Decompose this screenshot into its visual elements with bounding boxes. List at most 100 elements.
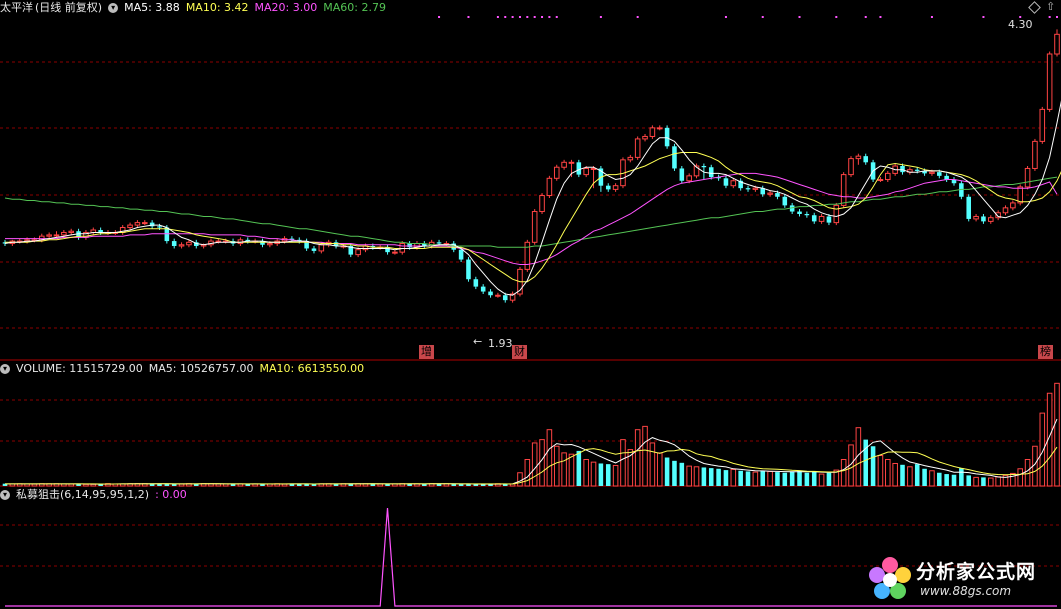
- volume-bar: [826, 472, 832, 486]
- volume-bar: [951, 474, 957, 486]
- ma20-line: [5, 172, 1058, 265]
- low-price-label: 1.93: [488, 337, 513, 350]
- candle-body: [826, 216, 832, 223]
- volume-bars: [2, 382, 1060, 487]
- signal-dot: [636, 16, 639, 18]
- volume-bar: [708, 468, 714, 486]
- volume-bar: [752, 471, 759, 487]
- signal-dot: [518, 16, 521, 18]
- candle-body: [634, 138, 641, 158]
- volume-bar: [789, 471, 795, 486]
- signal-dot: [724, 16, 727, 18]
- chevron-down-icon[interactable]: ▾: [0, 364, 10, 374]
- candle-body: [752, 187, 759, 190]
- candle-body: [524, 241, 531, 270]
- ma5-label: MA5: 3.88: [124, 1, 180, 14]
- volume-bar: [981, 477, 986, 486]
- candle-body: [855, 155, 862, 160]
- volume-bar: [892, 462, 898, 487]
- candle-body: [900, 166, 905, 173]
- candle-body: [804, 214, 810, 216]
- signal-dot: [930, 16, 933, 18]
- candle-body: [701, 166, 707, 168]
- volume-bar: [730, 468, 737, 487]
- volume-bar: [693, 466, 700, 487]
- price-mode: (日线 前复权): [35, 1, 103, 14]
- ma60-line: [4, 176, 1058, 248]
- candle-body: [863, 156, 869, 163]
- volume-bar: [995, 476, 1001, 487]
- candle-body: [480, 286, 486, 292]
- chevron-down-icon[interactable]: ▾: [0, 490, 10, 500]
- event-tag-1[interactable]: 增: [419, 345, 434, 359]
- volume-bar: [914, 464, 920, 486]
- volume-bar: [877, 455, 884, 487]
- volume-bar: [818, 473, 825, 487]
- candle-body: [392, 251, 398, 254]
- candle-body: [914, 169, 920, 171]
- watermark: 分析家公式网 www.88gs.com: [866, 553, 1056, 605]
- candle-body: [656, 127, 663, 130]
- volume-bar: [701, 467, 707, 486]
- candle-body: [61, 231, 67, 236]
- candle-body: [267, 243, 273, 246]
- stock-name[interactable]: 太平洋: [0, 0, 33, 16]
- candle-body: [1046, 53, 1053, 110]
- candle-body: [966, 196, 972, 219]
- stock-chart[interactable]: [0, 0, 1061, 609]
- volume-bar: [1054, 382, 1060, 487]
- volume-bar: [870, 446, 876, 486]
- candle-body: [767, 192, 773, 195]
- volume-bar: [642, 425, 648, 487]
- candle-body: [664, 127, 670, 147]
- candle-body: [127, 224, 133, 229]
- flower-logo-icon: [869, 557, 911, 599]
- volume-bar: [164, 484, 170, 486]
- candle-body: [944, 175, 949, 180]
- candle-body: [973, 215, 979, 220]
- candle-body: [495, 294, 501, 297]
- volume-panel-header: ▾ VOLUME: 11515729.00 MA5: 10526757.00 M…: [0, 361, 370, 377]
- candle-body: [436, 242, 442, 244]
- candle-body: [1017, 186, 1023, 204]
- arrow-up-icon[interactable]: ⇧: [1046, 1, 1055, 13]
- signal-dot: [835, 16, 838, 18]
- volume-bar: [517, 472, 523, 487]
- candle-body: [627, 156, 634, 161]
- volume-ma10-label: MA10: 6613550.00: [259, 362, 365, 375]
- volume-bar: [723, 470, 729, 486]
- signal-dot: [761, 16, 764, 18]
- candle-body: [723, 178, 729, 186]
- candle-body: [355, 249, 361, 256]
- volume-bar: [929, 470, 935, 487]
- event-tag-3[interactable]: 榜: [1038, 345, 1053, 359]
- volume-bar: [959, 468, 964, 486]
- candle-body: [157, 226, 162, 228]
- candle-body: [502, 295, 508, 301]
- candle-body: [797, 211, 802, 214]
- volume-label: VOLUME: 11515729.00: [16, 362, 143, 375]
- volume-bar: [612, 464, 619, 487]
- volume-bar: [716, 468, 721, 486]
- candle-body: [568, 161, 575, 164]
- indicator-name[interactable]: 私募狙击: [16, 487, 60, 503]
- volume-bar: [1010, 472, 1016, 487]
- event-tag-2[interactable]: 财: [512, 345, 527, 359]
- volume-bar: [568, 453, 575, 487]
- candle-body: [1032, 140, 1038, 169]
- signal-dot: [467, 16, 470, 18]
- chevron-down-icon[interactable]: ▾: [108, 3, 119, 13]
- watermark-title: 分析家公式网: [916, 561, 1037, 583]
- signal-dot: [526, 16, 529, 18]
- volume-bar: [590, 461, 597, 487]
- volume-bar: [811, 471, 817, 486]
- signal-dot: [504, 16, 507, 18]
- volume-bar: [760, 470, 766, 486]
- candle-body: [399, 243, 406, 253]
- volume-bar: [466, 484, 471, 486]
- candle-body: [466, 259, 471, 280]
- volume-bar: [561, 452, 567, 487]
- candle-body: [833, 204, 840, 224]
- candle-body: [68, 230, 74, 233]
- volume-bar: [679, 462, 685, 486]
